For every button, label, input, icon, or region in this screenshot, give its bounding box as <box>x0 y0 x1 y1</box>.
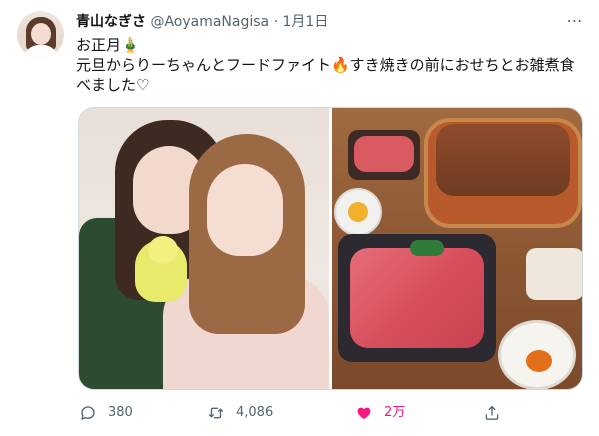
retweet-count: 4,086 <box>236 405 274 420</box>
heart-icon <box>354 403 374 423</box>
retweet-icon <box>206 403 226 423</box>
reply-count: 380 <box>108 405 133 420</box>
tweet-actions: 380 4,086 2万 <box>0 400 599 426</box>
photo-two-people-with-bird[interactable] <box>79 108 329 389</box>
tweet-header: 青山なぎさ @AoyamaNagisa · 1月1日 <box>76 12 328 32</box>
photo-shape <box>207 164 283 256</box>
avatar[interactable] <box>17 11 64 58</box>
like-button[interactable]: 2万 <box>354 400 405 426</box>
photo-shape <box>350 248 484 348</box>
tweet-text: お正月🎍 元旦からりーちゃんとフードファイト🔥すき焼きの前におせちとお雑煮食 べ… <box>76 35 581 95</box>
author-name[interactable]: 青山なぎさ <box>76 14 146 30</box>
tweet-date[interactable]: 1月1日 <box>283 14 329 30</box>
tweet-text-line: 元旦からりーちゃんとフードファイト🔥すき焼きの前におせちとお雑煮食 <box>76 56 575 74</box>
photo-shape <box>354 136 414 172</box>
photo-sukiyaki-meal[interactable] <box>332 108 582 389</box>
like-count: 2万 <box>384 405 406 420</box>
photo-shape <box>436 124 570 196</box>
reply-button[interactable]: 380 <box>78 400 133 426</box>
avatar-face <box>31 23 51 45</box>
tweet-text-line: べました♡ <box>76 76 150 94</box>
photo-shape <box>348 202 368 222</box>
retweet-button[interactable]: 4,086 <box>206 400 273 426</box>
tweet-text-line: お正月🎍 <box>76 36 140 54</box>
photo-shape <box>526 350 552 372</box>
photo-shape <box>410 240 444 256</box>
photo-bird-head <box>148 236 178 264</box>
photo-shape <box>526 248 582 300</box>
share-button[interactable] <box>482 400 502 426</box>
separator-dot: · <box>273 14 279 30</box>
author-handle[interactable]: @AoyamaNagisa <box>150 14 269 30</box>
more-icon[interactable]: ⋯ <box>566 12 584 30</box>
tweet-media[interactable] <box>78 107 583 390</box>
share-icon <box>482 403 502 423</box>
reply-icon <box>78 403 98 423</box>
tweet[interactable]: 青山なぎさ @AoyamaNagisa · 1月1日 ⋯ お正月🎍 元旦からりー… <box>0 0 599 436</box>
